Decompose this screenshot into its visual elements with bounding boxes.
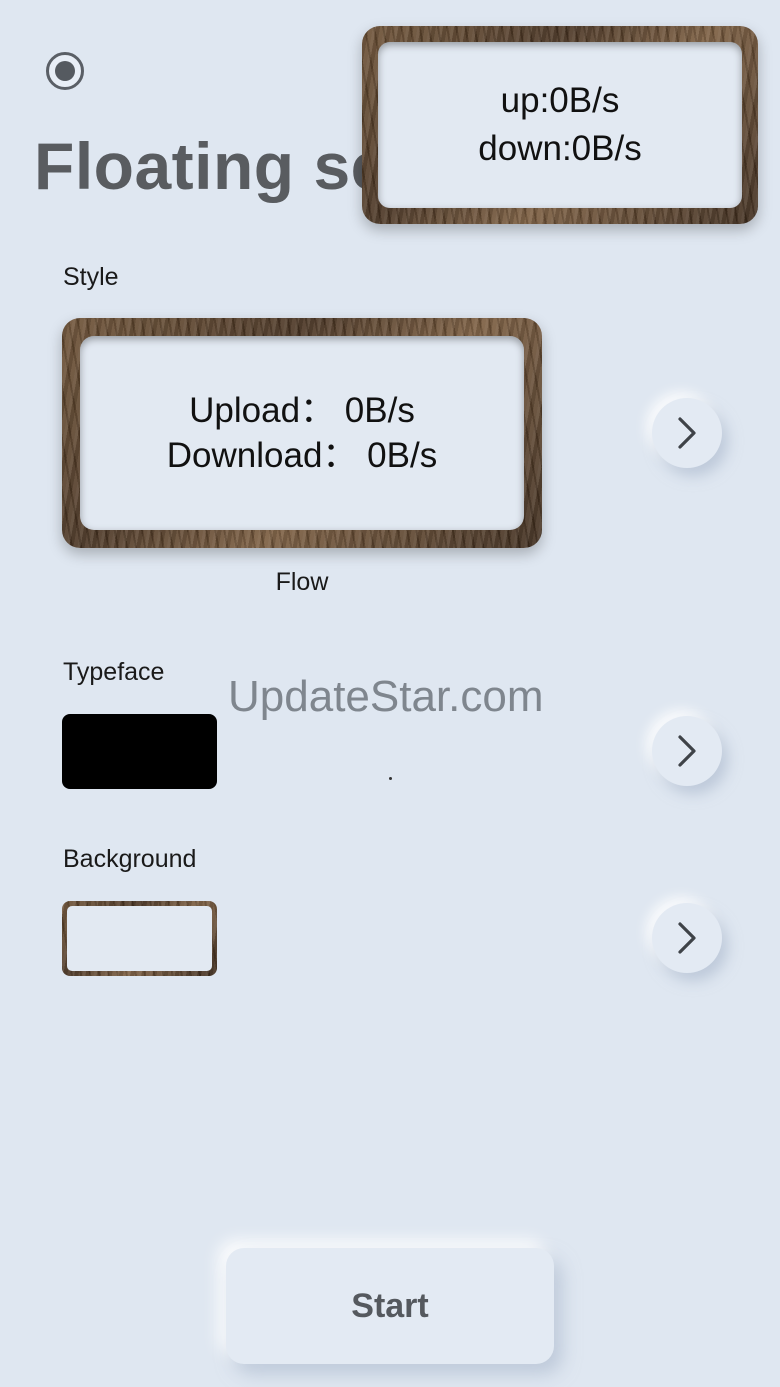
typeface-next-button[interactable] xyxy=(652,716,722,786)
dot-mark xyxy=(389,777,392,780)
chevron-right-icon xyxy=(678,417,696,449)
start-button-label: Start xyxy=(351,1286,429,1325)
watermark: UpdateStar.com xyxy=(228,672,544,721)
radio-selected-icon[interactable] xyxy=(46,52,84,90)
download-speed-text: down:0B/s xyxy=(478,129,642,168)
chevron-right-icon xyxy=(678,735,696,767)
background-swatch[interactable] xyxy=(62,901,217,976)
floating-speed-window[interactable]: up:0B/s down:0B/s xyxy=(362,26,758,224)
background-label: Background xyxy=(63,845,197,873)
preview-upload-text: Upload： 0B/s xyxy=(189,391,415,430)
chevron-right-icon xyxy=(678,922,696,954)
start-button[interactable]: Start xyxy=(226,1248,554,1364)
upload-speed-text: up:0B/s xyxy=(500,81,620,120)
preview-download-text: Download： 0B/s xyxy=(166,436,438,475)
typeface-color-swatch[interactable] xyxy=(62,714,217,789)
style-label: Style xyxy=(63,263,119,291)
background-swatch-inner xyxy=(67,906,212,971)
page-title: Floating se xyxy=(34,129,388,203)
background-next-button[interactable] xyxy=(652,903,722,973)
radio-dot xyxy=(55,61,75,81)
floating-window-content: up:0B/s down:0B/s xyxy=(378,42,742,208)
style-name: Flow xyxy=(275,568,329,596)
typeface-label: Typeface xyxy=(63,658,165,686)
style-preview-content: Upload： 0B/s Download： 0B/s xyxy=(80,336,524,530)
style-preview[interactable]: Upload： 0B/s Download： 0B/s xyxy=(62,318,542,548)
style-next-button[interactable] xyxy=(652,398,722,468)
